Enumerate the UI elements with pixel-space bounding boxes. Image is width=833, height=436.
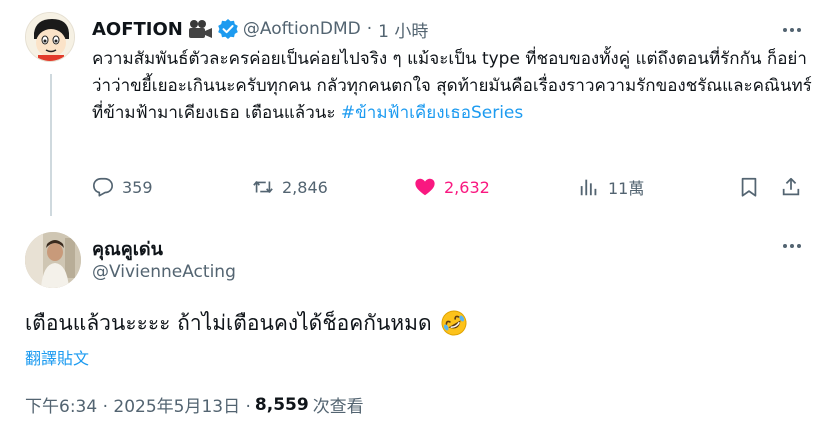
more-dot xyxy=(797,244,801,248)
author-avatar[interactable] xyxy=(25,12,75,62)
reply-count: 359 xyxy=(122,177,153,197)
more-options-button[interactable] xyxy=(780,20,804,40)
views-label: 次查看 xyxy=(312,397,364,417)
more-dot xyxy=(790,244,794,248)
more-dot xyxy=(797,28,801,32)
post-timestamp[interactable]: 下午6:34 · 2025年5月13日 · xyxy=(25,392,251,417)
movie-camera-icon xyxy=(187,19,213,39)
reply-author-handle[interactable]: @VivienneActing xyxy=(92,262,236,282)
reply-more-options-button[interactable] xyxy=(780,236,804,256)
rolling-on-floor-laughing-icon xyxy=(440,309,468,337)
cartoon-avatar-icon xyxy=(26,13,74,61)
post-meta: 下午6:34 · 2025年5月13日 · 8,559 次查看 xyxy=(25,392,364,418)
analytics-icon xyxy=(580,179,597,196)
reply-author-name[interactable]: คุณคูเด่น xyxy=(92,234,163,263)
verified-badge-icon xyxy=(217,18,239,40)
post-time[interactable]: 1 小時 xyxy=(378,17,428,42)
reply-text: เตือนแล้วนะะะะ ถ้าไม่เตือนคงได้ช็อคกันหม… xyxy=(25,308,468,338)
post-header: AOFTION @AoftionDMD · 1 小時 xyxy=(92,14,428,44)
thread-connector-line xyxy=(50,74,52,216)
reply-icon xyxy=(93,177,113,197)
share-button[interactable] xyxy=(780,172,802,202)
reply-author-avatar[interactable] xyxy=(25,232,81,288)
views-count-label: 11萬 xyxy=(608,179,645,198)
share-icon xyxy=(782,177,800,196)
views-count: 8,559 xyxy=(254,394,309,415)
more-dot xyxy=(783,28,787,32)
like-count: 2,632 xyxy=(444,177,490,197)
separator-dot: · xyxy=(366,19,373,39)
repost-button[interactable]: 2,846 xyxy=(252,172,328,202)
bookmark-icon xyxy=(741,177,757,197)
author-handle[interactable]: @AoftionDMD xyxy=(243,19,361,39)
like-button[interactable]: 2,632 xyxy=(414,172,490,202)
bookmark-button[interactable] xyxy=(738,172,760,202)
heart-icon xyxy=(415,178,435,196)
more-dot xyxy=(783,244,787,248)
repost-count: 2,846 xyxy=(282,177,328,197)
user-photo-avatar-icon xyxy=(25,232,81,288)
more-dot xyxy=(790,28,794,32)
reply-body: เตือนแล้วนะะะะ ถ้าไม่เตือนคงได้ช็อคกันหม… xyxy=(25,311,432,335)
hashtag-link[interactable]: #ข้ามฟ้าเคียงเธอSeries xyxy=(341,103,523,123)
author-name[interactable]: AOFTION xyxy=(92,19,183,40)
action-bar: 359 2,846 2,632 11萬 xyxy=(92,172,804,202)
views-button[interactable]: 11萬 xyxy=(578,172,644,202)
translate-post-link[interactable]: 翻譯貼文 xyxy=(25,345,89,369)
repost-icon xyxy=(253,181,273,193)
post-text: ความสัมพันธ์ตัวละครค่อยเป็นค่อยไปจริง ๆ … xyxy=(92,46,812,127)
reply-button[interactable]: 359 xyxy=(92,172,153,202)
